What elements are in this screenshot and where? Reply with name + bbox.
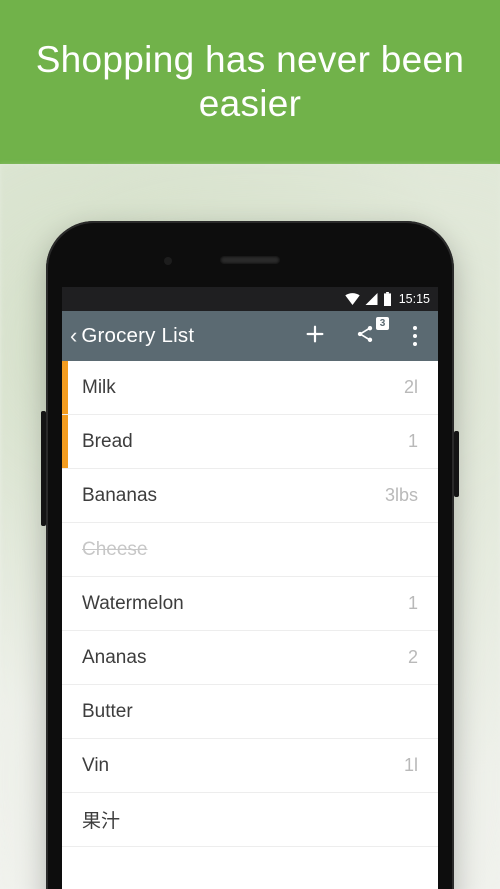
item-name: Butter <box>82 701 133 723</box>
back-icon[interactable]: ‹ <box>70 325 77 347</box>
list-item[interactable]: Milk 2l <box>62 361 438 415</box>
item-name: 果汁 <box>82 806 120 833</box>
item-quantity: 2 <box>408 647 418 668</box>
item-name: Milk <box>82 377 116 399</box>
item-name: Ananas <box>82 647 146 669</box>
device-frame: 15:15 ‹ Grocery List <box>46 221 454 889</box>
share-icon <box>355 324 375 349</box>
list-item[interactable]: Vin 1l <box>62 739 438 793</box>
item-name: Cheese <box>82 539 148 561</box>
device-screen: 15:15 ‹ Grocery List <box>62 287 438 889</box>
list-item[interactable]: Butter <box>62 685 438 739</box>
list-item[interactable]: Ananas 2 <box>62 631 438 685</box>
item-name: Vin <box>82 755 109 777</box>
status-clock: 15:15 <box>399 292 430 306</box>
cell-signal-icon <box>365 293 378 305</box>
list-item[interactable]: 果汁 <box>62 793 438 847</box>
list-item[interactable]: Cheese <box>62 523 438 577</box>
share-count-badge: 3 <box>376 317 389 330</box>
device-earpiece <box>220 256 280 264</box>
wifi-icon <box>345 293 360 305</box>
item-accent-bar <box>62 415 68 468</box>
page-title[interactable]: Grocery List <box>81 324 300 348</box>
share-button[interactable]: 3 <box>350 321 380 351</box>
promo-headline: Shopping has never been easier <box>28 38 472 127</box>
item-name: Watermelon <box>82 593 184 615</box>
grocery-list[interactable]: Milk 2l Bread 1 Bananas 3lbs Cheese Watermelon 1… <box>62 361 438 889</box>
item-name: Bread <box>82 431 133 453</box>
list-item[interactable]: Watermelon 1 <box>62 577 438 631</box>
item-accent-bar <box>62 361 68 414</box>
device-sensor <box>164 257 172 265</box>
item-name: Bananas <box>82 485 157 507</box>
item-quantity: 1l <box>404 755 418 776</box>
device-power-button <box>454 431 459 497</box>
list-item[interactable]: Bread 1 <box>62 415 438 469</box>
app-bar: ‹ Grocery List <box>62 311 438 361</box>
item-quantity: 1 <box>408 593 418 614</box>
more-vert-icon <box>413 323 417 348</box>
list-item[interactable]: Bananas 3lbs <box>62 469 438 523</box>
status-bar: 15:15 <box>62 287 438 311</box>
device-volume-button <box>41 411 46 526</box>
item-quantity: 3lbs <box>385 485 418 506</box>
plus-icon <box>304 323 326 350</box>
battery-icon <box>383 292 392 306</box>
promo-banner: Shopping has never been easier <box>0 0 500 164</box>
item-quantity: 2l <box>404 377 418 398</box>
overflow-menu-button[interactable] <box>400 321 430 351</box>
item-quantity: 1 <box>408 431 418 452</box>
add-button[interactable] <box>300 321 330 351</box>
